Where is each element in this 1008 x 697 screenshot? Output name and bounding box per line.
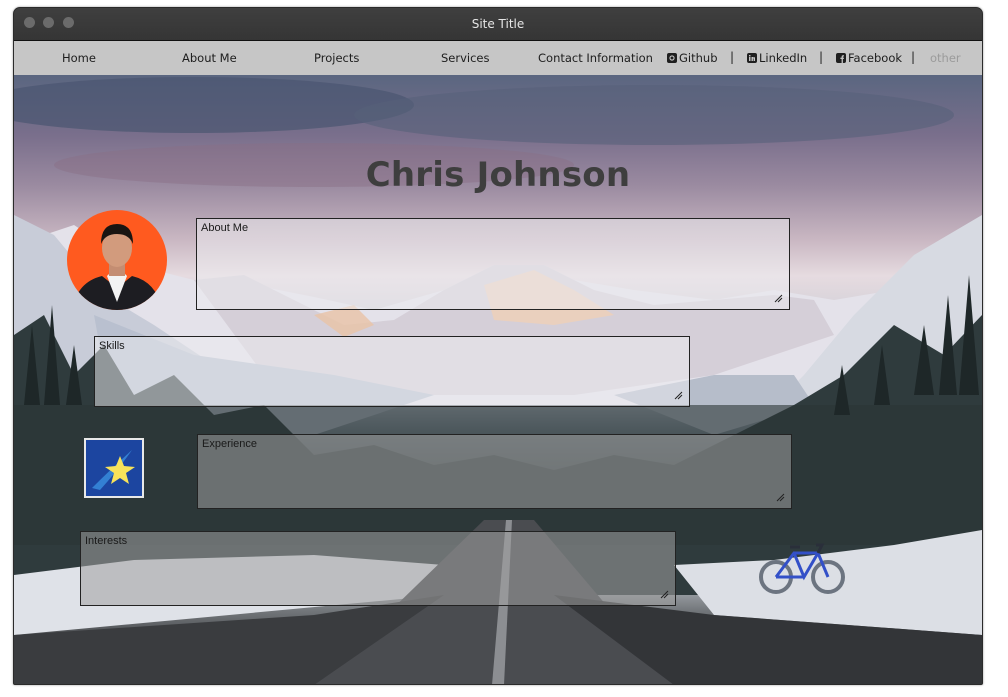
nav-separator: | xyxy=(819,50,824,64)
github-icon xyxy=(667,53,677,63)
profile-photo xyxy=(67,210,167,310)
bicycle-icon xyxy=(759,543,845,594)
interests-textarea[interactable]: Interests xyxy=(80,531,676,606)
nav-facebook-label: Facebook xyxy=(848,51,903,65)
nav-separator: | xyxy=(730,50,735,64)
interests-label: Interests xyxy=(85,535,128,547)
experience-textarea[interactable]: Experience xyxy=(197,434,792,509)
nav-services[interactable]: Services xyxy=(441,41,490,75)
linkedin-icon xyxy=(747,53,757,63)
about-me-textarea[interactable]: About Me xyxy=(196,218,790,310)
about-me-label: About Me xyxy=(201,222,249,234)
skills-textarea[interactable]: Skills xyxy=(94,336,690,407)
nav-projects[interactable]: Projects xyxy=(314,41,359,75)
window-title: Site Title xyxy=(471,17,525,31)
resize-handle-icon[interactable] xyxy=(773,293,783,303)
nav-linkedin[interactable]: LinkedIn xyxy=(747,41,807,75)
nav-about-me[interactable]: About Me xyxy=(182,41,237,75)
nav-linkedin-label: LinkedIn xyxy=(759,51,808,65)
resize-handle-icon[interactable] xyxy=(775,492,785,502)
nav-other[interactable]: other xyxy=(930,41,961,75)
experience-label: Experience xyxy=(202,438,258,450)
page-title: Chris Johnson xyxy=(365,155,631,195)
nav-github-label: Github xyxy=(679,51,718,65)
nav-separator: | xyxy=(911,50,916,64)
title-bar: Site Title xyxy=(14,8,982,40)
nav-facebook[interactable]: Facebook xyxy=(836,41,902,75)
skills-label: Skills xyxy=(99,340,125,352)
facebook-icon xyxy=(836,53,846,63)
nav-contact-information[interactable]: Contact Information xyxy=(538,41,653,75)
browser-window: Site Title Home About Me Projects Servic… xyxy=(13,7,983,685)
nav-github[interactable]: Github xyxy=(667,41,718,75)
resize-handle-icon[interactable] xyxy=(659,589,669,599)
shooting-star-icon xyxy=(84,438,144,498)
nav-home[interactable]: Home xyxy=(62,41,96,75)
resize-handle-icon[interactable] xyxy=(673,390,683,400)
person-avatar-icon xyxy=(72,224,162,310)
nav-bar: Home About Me Projects Services Contact … xyxy=(14,40,982,76)
